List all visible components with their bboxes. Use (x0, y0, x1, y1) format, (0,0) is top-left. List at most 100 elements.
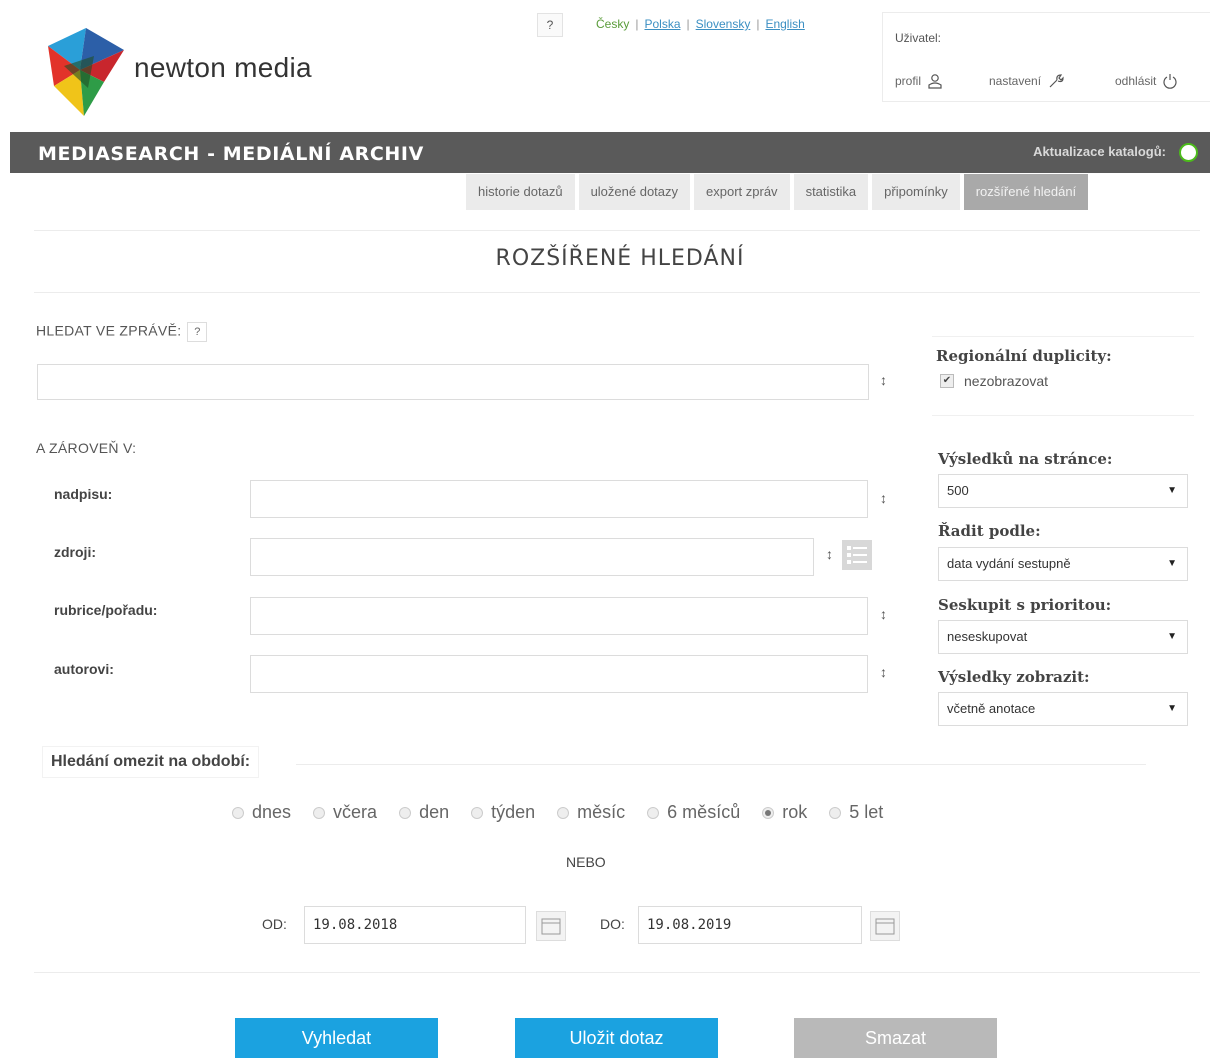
group-by-value: neseskupovat (947, 629, 1028, 644)
calendar-icon[interactable] (536, 911, 566, 941)
settings-label: nastavení (989, 74, 1042, 88)
divider (34, 292, 1200, 293)
tab-history[interactable]: historie dotazů (466, 174, 575, 210)
tab-advanced-search[interactable]: rozšířené hledání (963, 174, 1089, 210)
date-from-label: OD: (262, 916, 287, 932)
chevron-down-icon: ▼ (1167, 558, 1177, 569)
divider (34, 230, 1200, 231)
divider (34, 972, 1200, 973)
app-title: MEDIASEARCH - MEDIÁLNÍ ARCHIV (38, 143, 424, 165)
regional-duplicity-title: Regionální duplicity: (936, 347, 1112, 365)
save-query-button[interactable]: Uložit dotaz (515, 1018, 718, 1058)
radio-yesterday[interactable] (313, 806, 326, 819)
results-display-label: Výsledky zobrazit: (938, 668, 1090, 686)
help-button[interactable]: ? (537, 13, 563, 37)
chevron-down-icon: ▼ (1167, 485, 1177, 496)
period-option-week[interactable]: týden (471, 802, 535, 823)
radio-week[interactable] (471, 806, 484, 819)
radio-year[interactable] (762, 806, 775, 819)
title-bar: MEDIASEARCH - MEDIÁLNÍ ARCHIV Aktualizac… (10, 132, 1210, 173)
logout-link[interactable]: odhlásit (1115, 73, 1178, 89)
period-option-6-months[interactable]: 6 měsíců (647, 802, 740, 823)
period-option-label: 6 měsíců (667, 802, 741, 822)
radio-today[interactable] (232, 806, 244, 819)
sort-by-label: Řadit podle: (938, 522, 1041, 540)
author-input[interactable] (250, 655, 868, 693)
tab-statistics[interactable]: statistika (793, 174, 869, 210)
radio-month[interactable] (557, 806, 570, 819)
tab-export[interactable]: export zpráv (694, 174, 790, 210)
radio-6-months[interactable] (647, 806, 660, 819)
date-to-label: DO: (600, 916, 625, 932)
period-options: dnes včera den týden měsíc 6 měsíců rok … (232, 802, 905, 823)
section-label: rubrice/pořadu: (54, 602, 158, 618)
hide-duplicates-checkbox[interactable]: ✔ (940, 374, 954, 388)
source-label: zdroji: (54, 544, 96, 560)
source-input[interactable] (250, 538, 814, 576)
headline-sort-icon[interactable]: ↕ (880, 490, 887, 506)
headline-label: nadpisu: (54, 486, 113, 502)
newton-media-logo-icon (44, 26, 128, 118)
headline-input[interactable] (250, 480, 868, 518)
settings-link[interactable]: nastavení (989, 73, 1065, 89)
catalog-status-icon (1179, 143, 1198, 162)
period-option-label: rok (782, 802, 808, 822)
period-option-label: 5 let (849, 802, 884, 822)
section-input[interactable] (250, 597, 868, 635)
divider (296, 764, 1146, 765)
author-label: autorovi: (54, 661, 114, 677)
or-label: NEBO (566, 854, 606, 870)
period-option-5-years[interactable]: 5 let (829, 802, 883, 823)
also-in-label: A ZÁROVEŇ V: (36, 440, 137, 456)
clear-button[interactable]: Smazat (794, 1018, 997, 1058)
lang-slovensky[interactable]: Slovensky (696, 17, 751, 31)
search-section-label: HLEDAT VE ZPRÁVĚ:? (36, 322, 208, 342)
lang-cesky[interactable]: Česky (596, 17, 629, 31)
date-from-input[interactable] (304, 906, 526, 944)
author-sort-icon[interactable]: ↕ (880, 664, 887, 680)
group-by-label: Seskupit s prioritou: (938, 596, 1112, 614)
period-option-year[interactable]: rok (762, 802, 807, 823)
profile-label: profil (895, 74, 922, 88)
profile-link[interactable]: profil (895, 73, 943, 89)
section-sort-icon[interactable]: ↕ (880, 606, 887, 622)
per-page-value: 500 (947, 483, 969, 498)
calendar-icon[interactable] (870, 911, 900, 941)
group-by-select[interactable]: neseskupovat ▼ (938, 620, 1188, 654)
user-box: Uživatel: profil nastavení odhlásit (882, 12, 1210, 102)
regional-duplicity-box: Regionální duplicity: ✔ nezobrazovat (932, 336, 1194, 416)
period-option-today[interactable]: dnes (232, 802, 291, 823)
sort-by-select[interactable]: data vydání sestupně ▼ (938, 547, 1188, 581)
period-option-yesterday[interactable]: včera (313, 802, 377, 823)
logout-label: odhlásit (1115, 74, 1157, 88)
search-input[interactable] (37, 364, 869, 400)
lang-english[interactable]: English (765, 17, 804, 31)
lang-polska[interactable]: Polska (644, 17, 680, 31)
period-option-label: měsíc (577, 802, 626, 822)
results-display-select[interactable]: včetně anotace ▼ (938, 692, 1188, 726)
power-icon (1163, 74, 1177, 89)
page-title: ROZŠÍŘENÉ HLEDÁNÍ (495, 246, 745, 271)
chevron-down-icon: ▼ (1167, 703, 1177, 714)
language-switcher: Česky | Polska | Slovensky | English (596, 17, 805, 31)
list-icon[interactable] (842, 540, 872, 570)
tab-saved-queries[interactable]: uložené dotazy (578, 174, 691, 210)
period-label: Hledání omezit na období: (42, 746, 260, 778)
period-option-day[interactable]: den (399, 802, 449, 823)
search-label: HLEDAT VE ZPRÁVĚ: (36, 322, 182, 339)
tab-comments[interactable]: připomínky (872, 174, 960, 210)
catalog-update-label: Aktualizace katalogů: (1033, 144, 1166, 159)
period-option-label: dnes (252, 802, 292, 822)
source-sort-icon[interactable]: ↕ (826, 546, 833, 562)
hide-duplicates-label: nezobrazovat (964, 373, 1049, 389)
search-button[interactable]: Vyhledat (235, 1018, 438, 1058)
radio-day[interactable] (399, 806, 412, 819)
per-page-select[interactable]: 500 ▼ (938, 474, 1188, 508)
radio-5-years[interactable] (829, 806, 842, 819)
search-sort-icon[interactable]: ↕ (880, 372, 887, 388)
date-to-input[interactable] (638, 906, 862, 944)
search-help-button[interactable]: ? (187, 322, 208, 342)
hide-duplicates-option[interactable]: ✔ nezobrazovat (940, 373, 1048, 389)
period-option-label: včera (333, 802, 378, 822)
period-option-month[interactable]: měsíc (557, 802, 625, 823)
